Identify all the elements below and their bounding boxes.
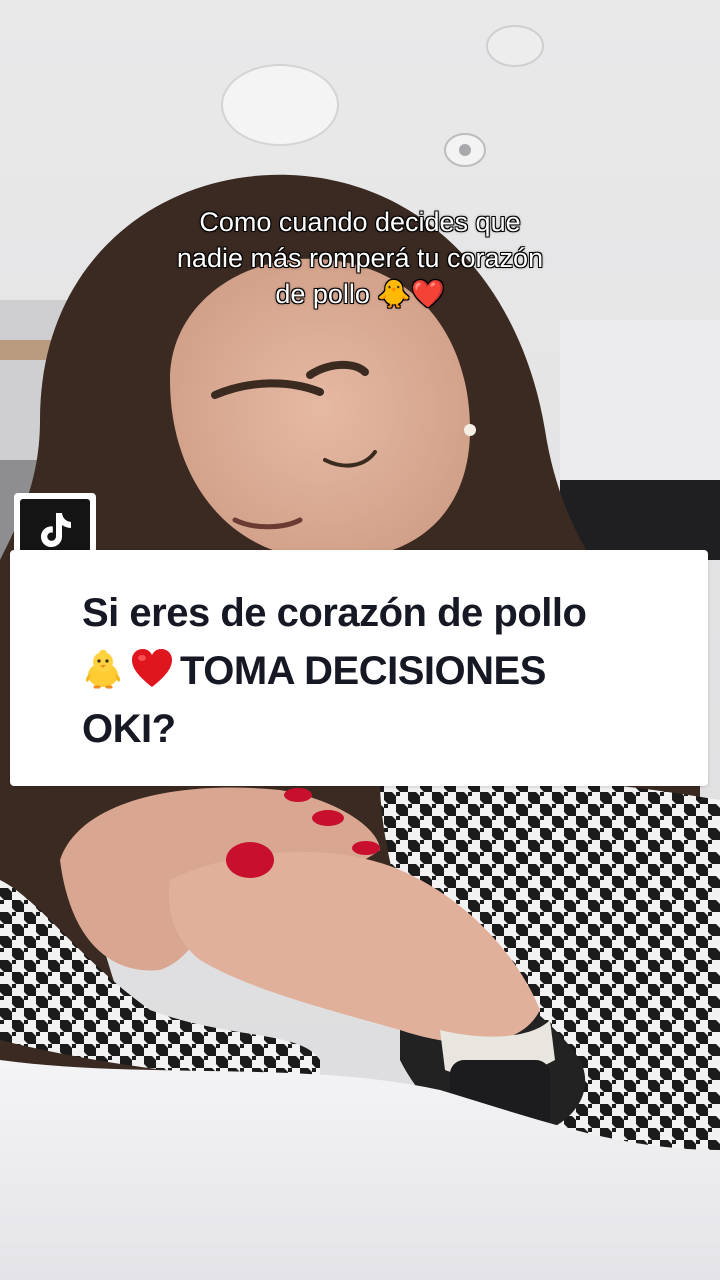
overlay-caption-line-3: de pollo 🐥❤️ xyxy=(275,279,445,309)
overlay-caption: Como cuando decides que nadie más romper… xyxy=(110,204,610,312)
overlay-caption-line-2: nadie más romperá tu corazón xyxy=(176,243,544,273)
question-line-2: TOMA DECISIONES xyxy=(82,642,682,700)
question-line-3: OKI? xyxy=(82,707,176,751)
question-line-1: Si eres de corazón de pollo xyxy=(82,591,587,635)
tiktok-logo-icon xyxy=(41,513,71,547)
question-line-2-text: TOMA DECISIONES xyxy=(180,649,546,693)
red-heart-emoji-icon xyxy=(132,649,172,687)
chick-emoji-icon xyxy=(86,649,120,689)
question-text: Si eres de corazón de pollo TOMA DECISIO… xyxy=(82,584,682,758)
video-stage[interactable]: Como cuando decides que nadie más romper… xyxy=(0,0,720,1280)
overlay-caption-line-1: Como cuando decides que xyxy=(199,207,521,237)
question-reply-card[interactable]: Si eres de corazón de pollo TOMA DECISIO… xyxy=(10,550,708,786)
